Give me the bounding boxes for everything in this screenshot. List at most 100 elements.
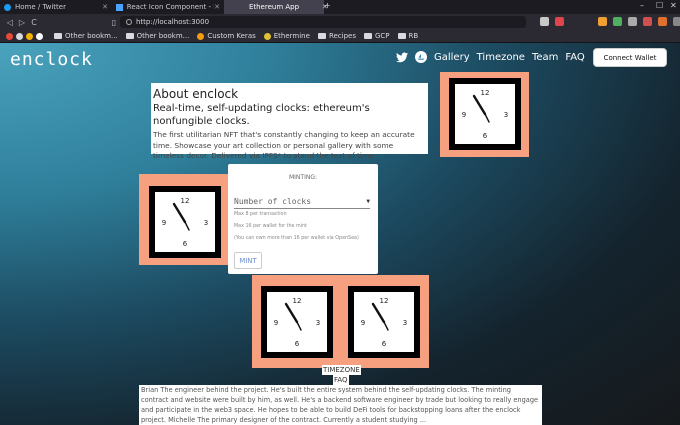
site-nav: Gallery Timezone Team FAQ (396, 51, 585, 63)
chevron-down-icon: ▼ (366, 198, 370, 205)
bookmark-label: Other bookm... (136, 32, 190, 40)
close-window-icon[interactable]: ✕ (670, 1, 677, 10)
clock-card: 12 3 6 9 (440, 72, 529, 157)
bookmark-item[interactable]: Custom Keras (197, 32, 256, 40)
about-card: About enclock Real-time, self-updating c… (151, 83, 428, 160)
url-input[interactable]: http://localhost:3000 (120, 16, 526, 28)
clock-numeral: 6 (183, 240, 188, 248)
minting-title: MINTING: (288, 174, 318, 181)
clock-numeral: 12 (293, 297, 302, 305)
clock-card: 12 3 6 9 (139, 174, 228, 265)
nav-gallery[interactable]: Gallery (434, 52, 470, 63)
brave-icon[interactable] (555, 17, 564, 26)
tab-react-icon[interactable]: React Icon Component - Mat… ✕ (112, 0, 224, 14)
keras-icon (197, 32, 205, 40)
nav-timezone[interactable]: Timezone (477, 52, 525, 63)
bookmark-folder[interactable]: RB (397, 32, 418, 40)
folder-icon (125, 33, 134, 39)
about-subtitle: Real-time, self-updating clocks: ethereu… (153, 103, 370, 127)
clock-numeral: 9 (462, 111, 466, 119)
bookmark-folder[interactable]: Other bookm... (125, 32, 190, 40)
site-logo[interactable]: enclock (10, 49, 93, 70)
clock-numeral: 9 (361, 319, 365, 327)
clock-numeral: 3 (204, 219, 208, 227)
twitter-icon[interactable] (396, 52, 408, 63)
folder-icon (54, 33, 62, 39)
connect-wallet-button[interactable]: Connect Wallet (593, 48, 667, 67)
twitter-icon (4, 3, 11, 11)
minimize-icon[interactable]: – (640, 1, 644, 10)
extension-icons (540, 17, 680, 26)
clock-numeral: 3 (504, 111, 508, 119)
timezone-section-title: TIMEZONE (322, 365, 361, 375)
bookmark-label: Ethermine (273, 32, 310, 40)
mint-hint: (You can own more than 16 per wallet via… (234, 236, 359, 241)
team-bio: Brian The engineer behind the project. H… (139, 385, 542, 425)
shield-icon[interactable] (540, 17, 549, 26)
extension-icon[interactable] (658, 17, 667, 26)
extension-icon[interactable] (613, 17, 622, 26)
reload-icon[interactable]: C (28, 18, 40, 27)
nav-team[interactable]: Team (532, 52, 558, 63)
new-tab-button[interactable]: + (324, 1, 331, 10)
bookmark-label: Custom Keras (207, 32, 256, 40)
about-title: About enclock (153, 87, 239, 101)
mint-button[interactable]: MINT (234, 252, 262, 269)
bookmark-folder[interactable]: GCP (363, 32, 390, 40)
url-text: http://localhost:3000 (136, 18, 210, 26)
maximize-icon[interactable]: ☐ (656, 1, 663, 10)
gear-icon[interactable] (628, 17, 637, 26)
clock-face: 12 3 6 9 (348, 286, 420, 358)
tab-label: React Icon Component - Mat… (126, 3, 214, 11)
select-placeholder: Number of clocks (234, 197, 312, 206)
folder-icon (397, 33, 406, 39)
minting-card: MINTING: Number of clocks ▼ Max 8 per tr… (228, 164, 378, 274)
bookmark-icon[interactable] (36, 32, 43, 40)
clock-numeral: 12 (181, 197, 190, 205)
mint-hint: Max 16 per wallet for the mint (234, 224, 307, 229)
clock-numeral: 6 (382, 340, 387, 348)
opensea-icon[interactable] (415, 51, 427, 63)
metamask-icon[interactable] (598, 17, 607, 26)
clock-numeral: 9 (274, 319, 278, 327)
clock-numeral: 12 (481, 89, 490, 97)
back-icon[interactable]: ◁ (4, 18, 16, 27)
mui-icon (116, 3, 123, 11)
nav-faq[interactable]: FAQ (565, 52, 584, 63)
forward-icon[interactable]: ▷ (16, 18, 28, 27)
bookmark-folder[interactable]: Recipes (317, 32, 356, 40)
tab-twitter[interactable]: Home / Twitter ✕ (0, 0, 112, 14)
tab-label: Home / Twitter (15, 3, 66, 11)
clock-count-select[interactable]: Number of clocks ▼ (234, 195, 370, 209)
clock-numeral: 6 (483, 132, 488, 140)
folder-icon (363, 33, 372, 39)
clock-face: 12 3 6 9 (149, 186, 221, 258)
clock-numeral: 3 (316, 319, 320, 327)
mint-hint: Max 8 per transaction (234, 212, 287, 217)
navigation-bar: ◁ ▷ C ▯ http://localhost:3000 (0, 14, 680, 30)
clock-card: 12 3 6 9 12 3 6 9 (252, 275, 429, 368)
bookmark-icon[interactable] (26, 32, 33, 40)
bookmark-folder[interactable]: Other bookm... (54, 32, 118, 40)
browser-tab-bar: Home / Twitter ✕ React Icon Component - … (0, 0, 680, 14)
close-icon[interactable]: ✕ (214, 3, 220, 11)
bookmark-icon[interactable] (16, 32, 23, 40)
bookmark-icon[interactable]: ▯ (108, 18, 120, 27)
bookmark-label: GCP (374, 32, 390, 40)
tab-label: Ethereum App (248, 3, 300, 11)
close-icon[interactable]: ✕ (102, 3, 108, 11)
clock-face: 12 3 6 9 (261, 286, 333, 358)
puzzle-icon[interactable] (673, 17, 680, 26)
faq-section-title: FAQ (333, 375, 349, 385)
clock-numeral: 12 (380, 297, 389, 305)
ethermine-icon (263, 32, 271, 40)
extension-icon[interactable] (643, 17, 652, 26)
bookmark-item[interactable]: Ethermine (263, 32, 310, 40)
bookmarks-bar: Other bookm... Other bookm... Custom Ker… (0, 30, 680, 43)
bookmark-icon[interactable] (6, 32, 13, 40)
clock-numeral: 6 (295, 340, 300, 348)
info-icon (126, 19, 132, 25)
page-content: enclock Gallery Timezone Team FAQ Connec… (0, 43, 680, 425)
tab-ethereum-app[interactable]: Ethereum App (224, 0, 324, 14)
folder-icon (317, 33, 326, 39)
